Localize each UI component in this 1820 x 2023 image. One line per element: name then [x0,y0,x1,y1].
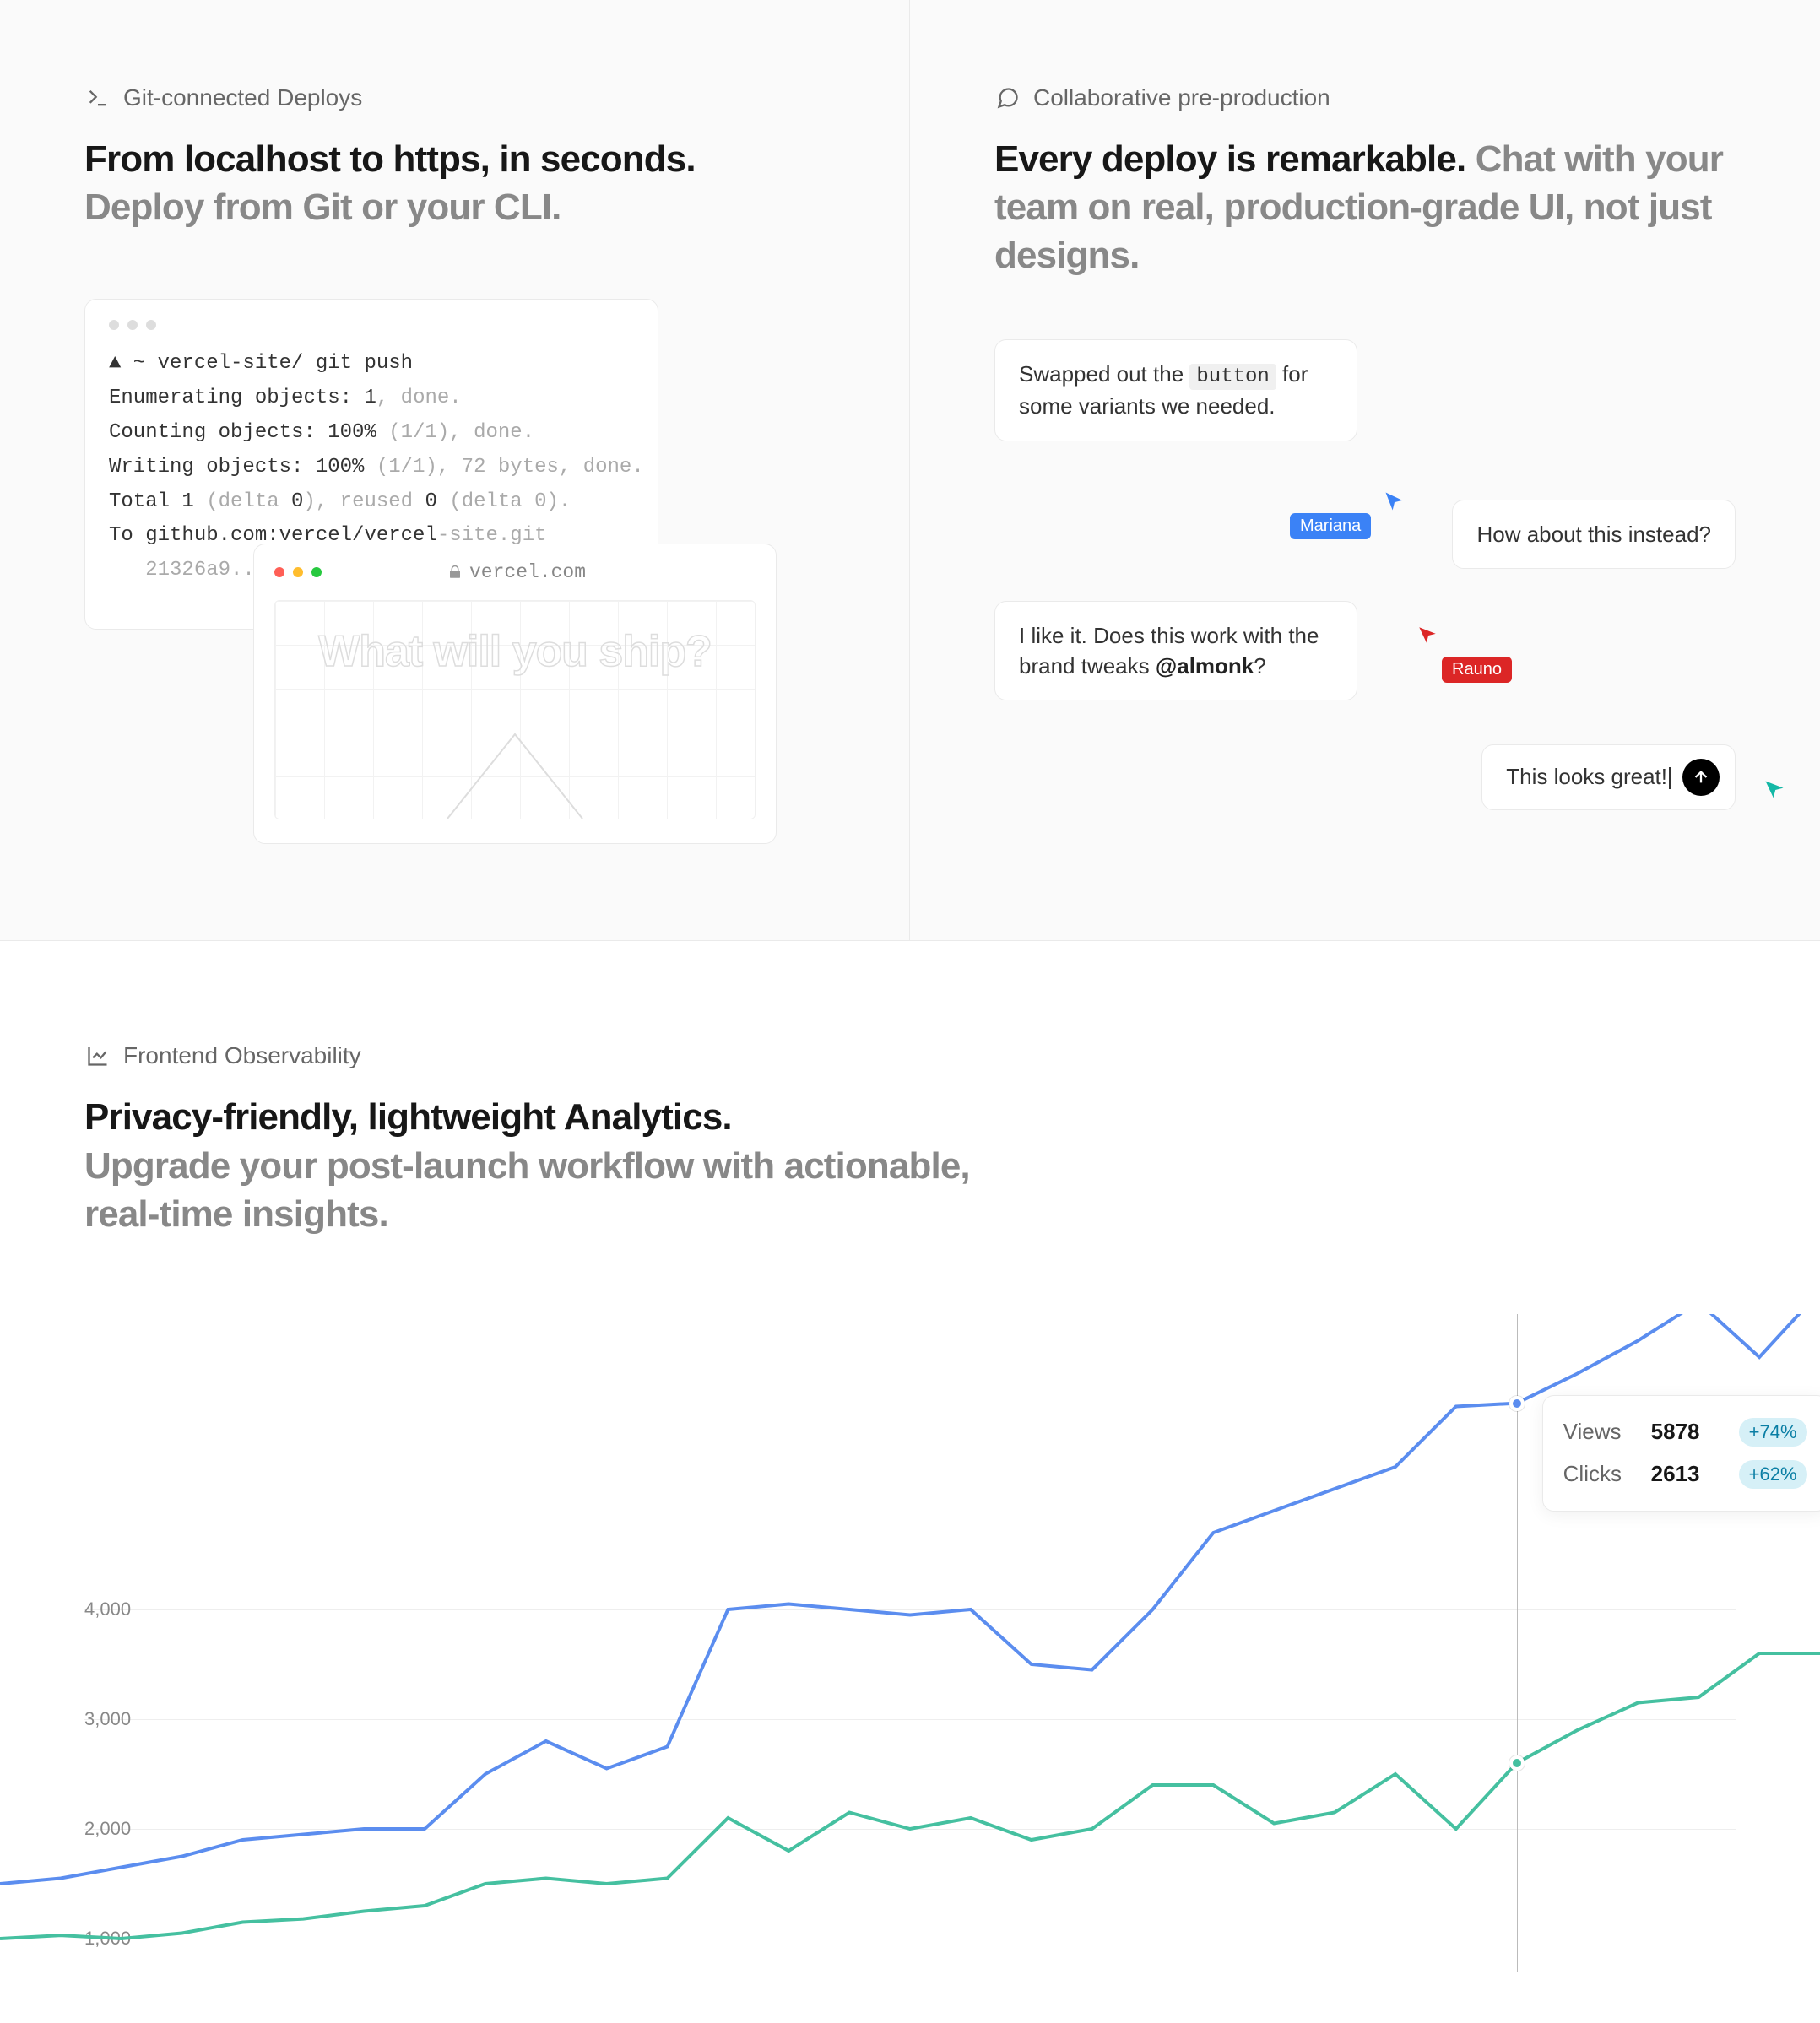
lock-icon [447,565,463,580]
tooltip-label: Views [1563,1419,1631,1445]
window-controls [109,320,634,330]
terminal-line: Total 1 (delta 0), reused 0 (delta 0). [109,485,634,520]
observability-panel: Frontend Observability Privacy-friendly,… [0,941,1820,2023]
chart-crosshair [1517,1314,1518,1972]
tooltip-delta: +74% [1739,1418,1807,1447]
chat-icon [994,84,1021,111]
cursor-icon [1763,778,1786,802]
headline-strong: Every deploy is remarkable. [994,138,1465,180]
terminal-line: Writing objects: 100% (1/1), 72 bytes, d… [109,451,634,485]
chat-input-bubble[interactable]: This looks great! [1481,744,1736,810]
collab-panel: Collaborative pre-production Every deplo… [910,0,1820,940]
chat-bubble: How about this instead? [1452,500,1736,569]
headline-gray: Deploy from Git or your CLI. [84,187,561,228]
window-controls [274,567,322,577]
terminal-line: Enumerating objects: 1, done. [109,381,634,416]
terminal-line: ▲ ~ vercel-site/ git push [109,347,634,381]
chart-tooltip: Views 5878 +74% Clicks 2613 +62% [1542,1395,1820,1512]
browser-hero: What will you ship? [274,600,756,819]
tooltip-label: Clicks [1563,1461,1631,1487]
deploys-headline: From localhost to https, in seconds. Dep… [84,135,825,231]
headline-gray: Upgrade your post-launch workflow with a… [84,1145,970,1235]
terminal-line: Counting objects: 100% (1/1), done. [109,416,634,451]
browser-titlebar: vercel.com [274,561,756,583]
kicker-collab: Collaborative pre-production [994,84,1736,111]
kicker-obs: Frontend Observability [84,1042,1736,1069]
tooltip-value: 5878 [1651,1419,1719,1445]
kicker-deploys: Git-connected Deploys [84,84,825,111]
chat-bubble: I like it. Does this work with the brand… [994,601,1357,701]
tooltip-value: 2613 [1651,1461,1719,1487]
cursor-icon [1383,490,1406,513]
cursor-icon [1416,625,1438,646]
headline-strong: Privacy-friendly, lightweight Analytics. [84,1096,732,1138]
chart-icon [84,1042,111,1069]
user-badge: Mariana [1290,513,1371,539]
browser-url: vercel.com [322,561,712,583]
kicker-text: Git-connected Deploys [123,84,362,111]
triangle-graphic [431,717,599,819]
arrow-up-icon [1692,768,1710,787]
chart-point-views [1509,1396,1525,1411]
chart-point-clicks [1509,1755,1525,1771]
obs-headline: Privacy-friendly, lightweight Analytics.… [84,1093,1013,1238]
kicker-text: Collaborative pre-production [1033,84,1330,111]
chat-input-text: This looks great! [1506,764,1667,789]
code-inline: button [1189,364,1276,390]
browser-window: vercel.com What will you ship? [253,544,777,844]
send-button[interactable] [1682,759,1720,796]
chat-bubble: Swapped out the button for some variants… [994,339,1357,441]
analytics-chart: 1,000 2,000 3,000 4,000 Views 5878 +74% … [84,1314,1736,1972]
collab-headline: Every deploy is remarkable. Chat with yo… [994,135,1736,280]
terminal-icon [84,84,111,111]
git-deploys-panel: Git-connected Deploys From localhost to … [0,0,910,940]
tooltip-delta: +62% [1739,1460,1807,1489]
headline-strong: From localhost to https, in seconds. [84,138,696,180]
text-caret [1669,767,1671,789]
mention: @almonk [1156,653,1254,679]
kicker-text: Frontend Observability [123,1042,361,1069]
user-badge: Rauno [1442,657,1512,683]
